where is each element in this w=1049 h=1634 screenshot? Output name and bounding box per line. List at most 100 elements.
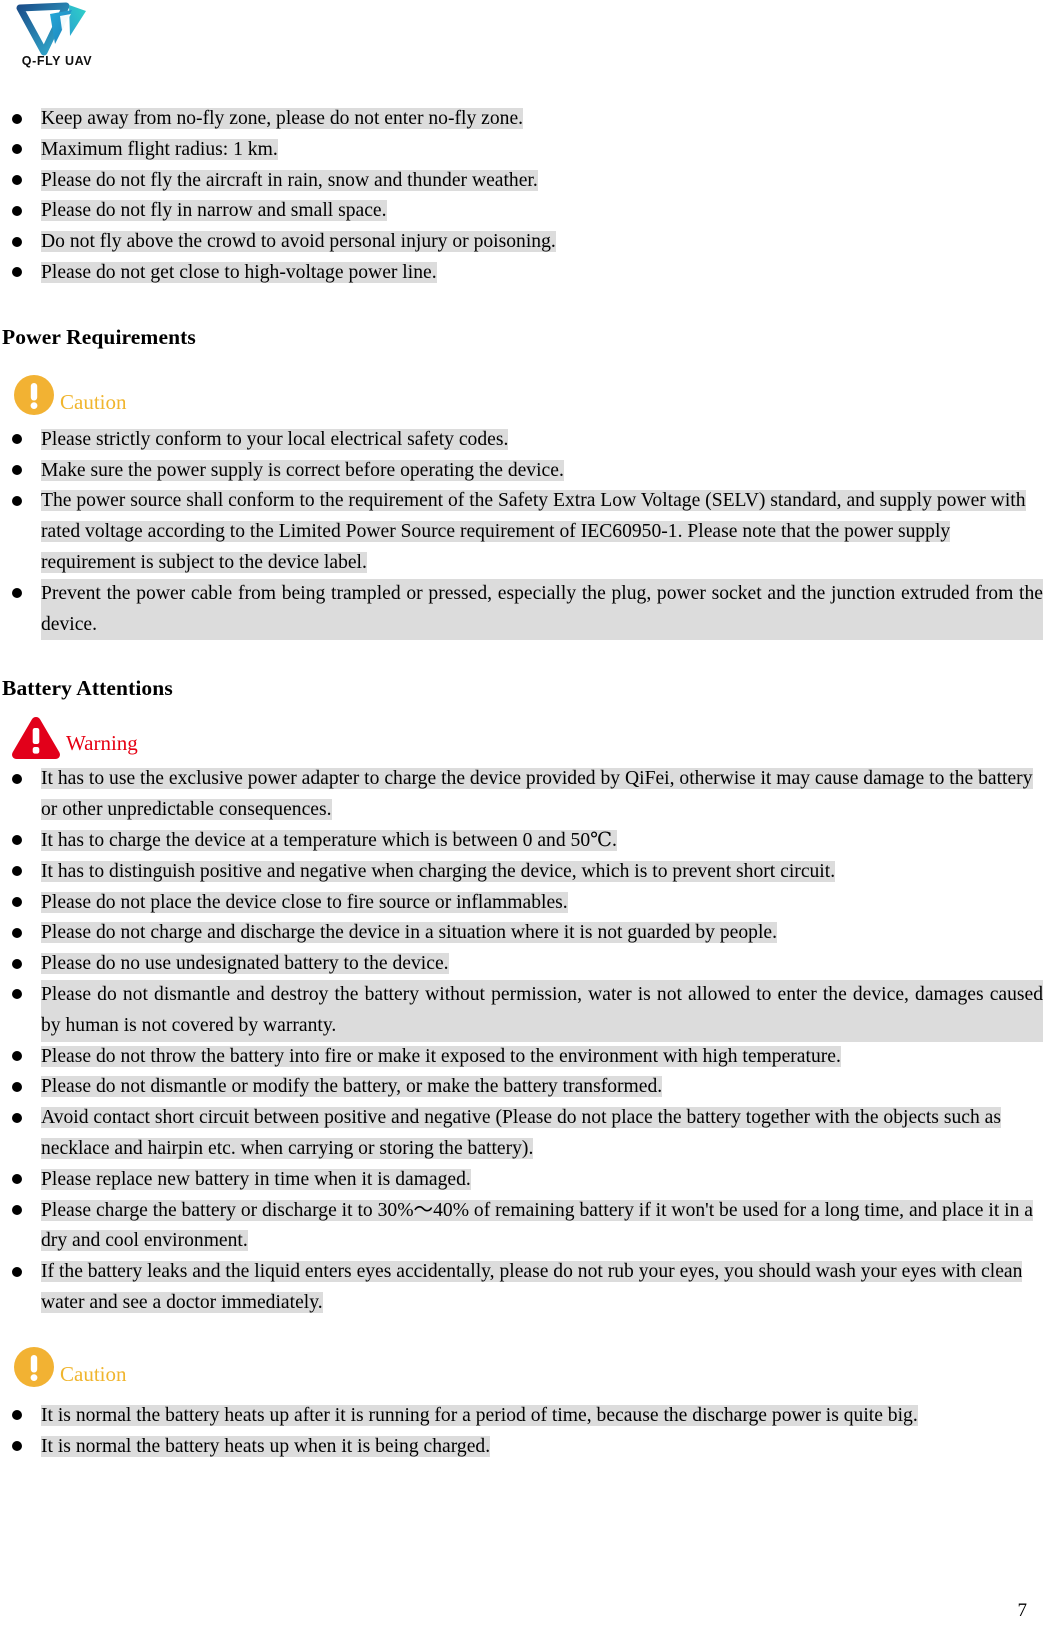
list-item-text: Please do not place the device close to … [41, 891, 568, 913]
section-heading-battery-attentions: Battery Attentions [2, 676, 173, 701]
page-content: Keep away from no-fly zone, please do no… [0, 104, 1049, 1462]
bullet-dot-icon [12, 588, 22, 599]
bullet-dot-icon [12, 958, 22, 969]
list-item: Please strictly conform to your local el… [0, 425, 1049, 456]
bullet-dot-icon [12, 1266, 22, 1277]
list-item-text: Avoid contact short circuit between posi… [41, 1107, 1001, 1159]
list-item-text: Please do not dismantle and destroy the … [41, 979, 1043, 1042]
list-item-text: Please do not fly in narrow and small sp… [41, 200, 387, 222]
list-item: Please do not get close to high-voltage … [0, 258, 1049, 289]
bullet-dot-icon [12, 144, 22, 155]
bullet-dot-icon [12, 495, 22, 506]
bullet-dot-icon [12, 1205, 22, 1216]
caution-circle-icon [12, 1345, 56, 1389]
list-item-text: If the battery leaks and the liquid ente… [41, 1261, 1023, 1313]
admonition-label: Warning [66, 731, 138, 756]
list-item: Please replace new battery in time when … [0, 1165, 1049, 1196]
bullet-dot-icon [12, 113, 22, 124]
list-item: Keep away from no-fly zone, please do no… [0, 104, 1049, 135]
battery-warning-list: It has to use the exclusive power adapte… [0, 764, 1049, 1318]
list-item: It has to distinguish positive and negat… [0, 857, 1049, 888]
list-item: Please charge the battery or discharge i… [0, 1196, 1049, 1258]
list-item: Make sure the power supply is correct be… [0, 456, 1049, 487]
admonition-caution-power: Caution [0, 369, 1049, 423]
list-item-text: Prevent the power cable from being tramp… [41, 578, 1043, 641]
list-item-text: Keep away from no-fly zone, please do no… [41, 108, 524, 129]
list-item: Please do not dismantle and destroy the … [0, 979, 1049, 1042]
list-item: Maximum flight radius: 1 km. [0, 135, 1049, 166]
admonition-warning-battery: Warning [0, 710, 1049, 764]
bullet-dot-icon [12, 927, 22, 938]
list-item: Please do not throw the battery into fir… [0, 1042, 1049, 1073]
list-item: Please do not charge and discharge the d… [0, 918, 1049, 949]
flight-safety-list: Keep away from no-fly zone, please do no… [0, 104, 1049, 289]
bullet-dot-icon [12, 1174, 22, 1185]
list-item: Please do not fly in narrow and small sp… [0, 196, 1049, 227]
bullet-dot-icon [12, 434, 22, 445]
admonition-label: Caution [60, 389, 127, 414]
list-item-text: It is normal the battery heats up after … [41, 1404, 918, 1426]
list-item-text: Make sure the power supply is correct be… [41, 459, 564, 481]
list-item-text: It has to charge the device at a tempera… [41, 829, 617, 851]
list-item: It has to charge the device at a tempera… [0, 826, 1049, 857]
list-item: Do not fly above the crowd to avoid pers… [0, 227, 1049, 258]
list-item-text: Please do not get close to high-voltage … [41, 261, 437, 283]
bullet-dot-icon [12, 1441, 22, 1451]
list-item-text: The power source shall conform to the re… [41, 490, 1026, 573]
caution-circle-icon [12, 373, 56, 417]
list-item: It has to use the exclusive power adapte… [0, 764, 1049, 826]
bullet-dot-icon [12, 1051, 22, 1062]
list-item-text: Please strictly conform to your local el… [41, 428, 509, 450]
bullet-dot-icon [12, 1410, 22, 1421]
list-item-text: It has to use the exclusive power adapte… [41, 768, 1033, 821]
warning-triangle-icon [10, 714, 62, 760]
bullet-dot-icon [12, 897, 22, 908]
list-item: It is normal the battery heats up after … [0, 1401, 1049, 1432]
section-heading-power-requirements: Power Requirements [2, 324, 196, 349]
page-number: 7 [1017, 1600, 1028, 1621]
list-item-text: Please do not dismantle or modify the ba… [41, 1076, 663, 1098]
bullet-dot-icon [12, 205, 22, 216]
bullet-dot-icon [12, 465, 22, 476]
bullet-dot-icon [12, 866, 22, 877]
bullet-dot-icon [12, 1081, 22, 1092]
list-item: If the battery leaks and the liquid ente… [0, 1257, 1049, 1319]
list-item-text: Please do not charge and discharge the d… [41, 922, 777, 944]
list-item: Please do not dismantle or modify the ba… [0, 1072, 1049, 1103]
list-item: Prevent the power cable from being tramp… [0, 578, 1049, 641]
bullet-dot-icon [12, 835, 22, 846]
list-item-text: Please charge the battery or discharge i… [41, 1199, 1033, 1252]
list-item: It is normal the battery heats up when i… [0, 1432, 1049, 1463]
list-item: Avoid contact short circuit between posi… [0, 1103, 1049, 1165]
list-item-text: Do not fly above the crowd to avoid pers… [41, 231, 556, 253]
bullet-dot-icon [12, 236, 22, 247]
bullet-dot-icon [12, 1112, 22, 1123]
list-item-text: Please replace new battery in time when … [41, 1168, 471, 1190]
list-item-text: Maximum flight radius: 1 km. [41, 138, 278, 160]
q-fly-uav-logo-icon [14, 2, 96, 57]
admonition-label: Caution [60, 1361, 127, 1386]
list-item-text: It has to distinguish positive and negat… [41, 860, 836, 882]
bullet-dot-icon [12, 773, 22, 784]
page-header: Q-FLY UAV [0, 0, 1049, 88]
bullet-dot-icon [12, 175, 22, 186]
list-item-text: Please do not fly the aircraft in rain, … [41, 169, 538, 191]
list-item-text: It is normal the battery heats up when i… [41, 1435, 491, 1457]
battery-caution-list: It is normal the battery heats up after … [0, 1401, 1049, 1463]
logo-wordmark: Q-FLY UAV [21, 54, 93, 68]
document-page: Q-FLY UAV Keep away from no-fly zone, pl… [0, 0, 1049, 1634]
bullet-dot-icon [12, 267, 22, 278]
list-item: The power source shall conform to the re… [0, 486, 1049, 578]
logo: Q-FLY UAV [14, 2, 96, 78]
power-requirements-list: Please strictly conform to your local el… [0, 425, 1049, 641]
list-item-text: Please do no use undesignated battery to… [41, 953, 449, 975]
admonition-caution-battery: Caution [0, 1341, 1049, 1395]
list-item: Please do not place the device close to … [0, 888, 1049, 919]
bullet-dot-icon [12, 989, 22, 1000]
list-item-text: Please do not throw the battery into fir… [41, 1045, 841, 1067]
